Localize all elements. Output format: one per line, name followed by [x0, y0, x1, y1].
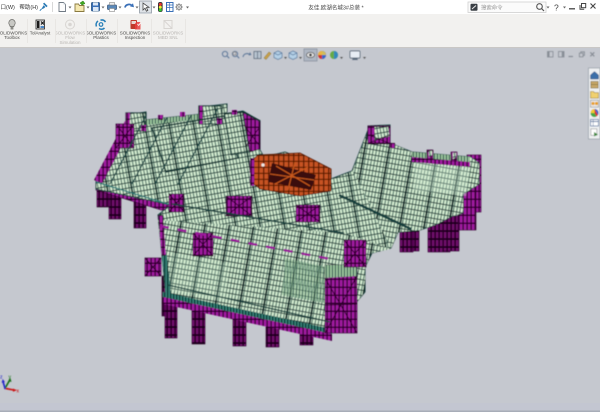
svg-text:?: ? [554, 3, 559, 13]
